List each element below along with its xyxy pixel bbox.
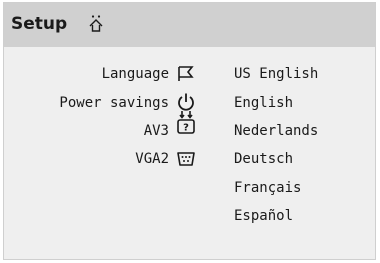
option-us-english[interactable]: US English	[234, 65, 318, 83]
option-francais[interactable]: Français	[234, 179, 301, 197]
power-icon	[178, 93, 194, 111]
title-bar: Setup	[4, 3, 375, 47]
setup-home-icon	[89, 15, 103, 32]
av-connection-icon: ?	[177, 111, 195, 134]
page-title: Setup	[11, 14, 68, 34]
option-nederlands[interactable]: Nederlands	[234, 122, 318, 140]
option-english[interactable]: English	[234, 94, 293, 112]
menu-item-label: AV3	[143, 123, 169, 139]
menu-item-label: Power savings	[59, 95, 169, 111]
setup-panel: Setup Language Power savings AV3 ? VGA2 …	[3, 2, 376, 260]
option-deutsch[interactable]: Deutsch	[234, 150, 293, 168]
menu-item-label: Language	[101, 66, 169, 82]
flag-icon	[178, 66, 194, 81]
menu-item-label: VGA2	[135, 151, 169, 167]
vga-connector-icon	[177, 152, 195, 166]
option-espanol[interactable]: Español	[234, 207, 293, 225]
svg-text:?: ?	[183, 123, 189, 134]
